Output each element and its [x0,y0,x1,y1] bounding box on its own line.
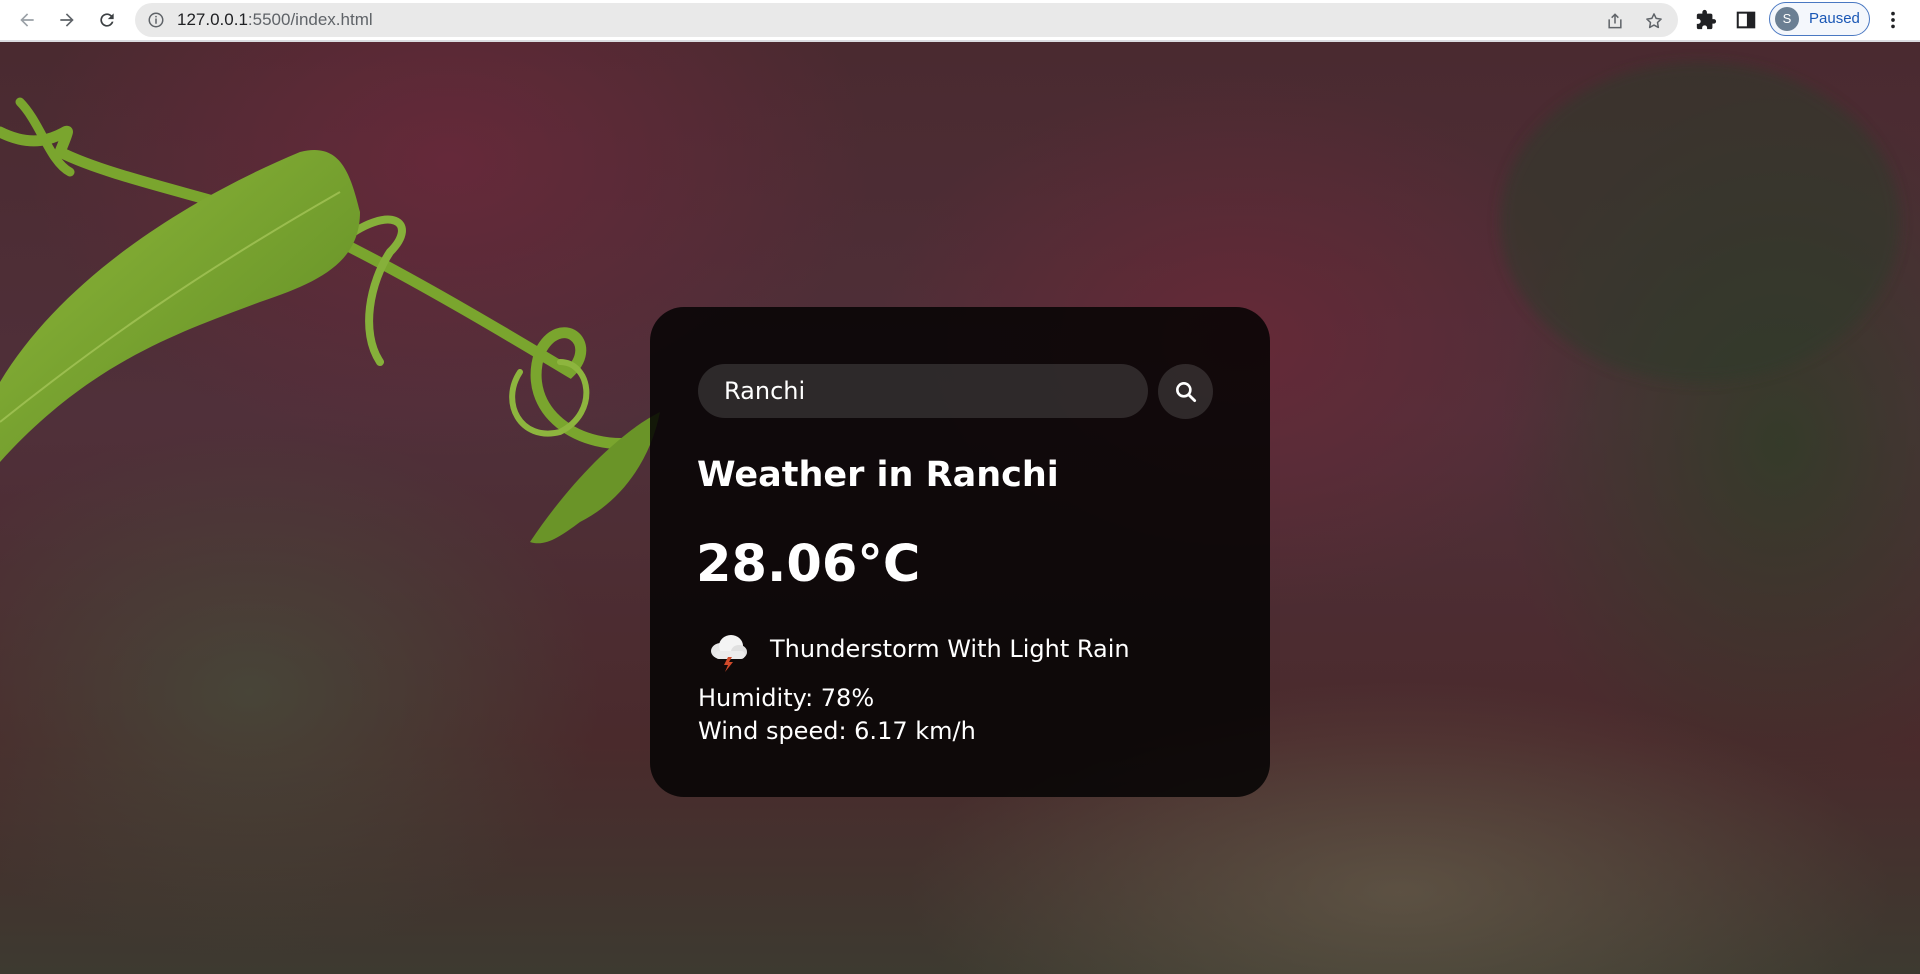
kebab-menu-icon[interactable] [1882,9,1904,31]
forward-arrow-icon [60,13,74,27]
address-bar[interactable]: 127.0.0.1:5500/index.html [135,3,1678,37]
site-info-icon[interactable] [147,11,165,29]
extensions-puzzle-icon[interactable] [1695,9,1717,31]
bookmark-star-icon[interactable] [1644,11,1664,31]
page-background: Weather in Ranchi 28.06°C Thunderstorm W… [0,42,1920,974]
weather-card: Weather in Ranchi 28.06°C Thunderstorm W… [650,307,1270,797]
search-button[interactable] [1158,364,1213,419]
search-icon [1175,381,1196,402]
share-icon[interactable] [1605,11,1625,31]
weather-description: Thunderstorm With Light Rain [770,635,1130,663]
profile-status: Paused [1809,10,1860,27]
back-button[interactable] [13,6,41,34]
profile-button[interactable]: S Paused [1769,2,1870,36]
thunderstorm-cloud-icon [711,635,747,672]
side-panel-icon[interactable] [1735,9,1757,31]
city-search-input[interactable] [698,364,1148,418]
back-arrow-icon [20,13,34,27]
weather-title: Weather in Ranchi [697,455,1059,495]
reload-icon [100,13,114,27]
browser-toolbar: 127.0.0.1:5500/index.html S Paused [0,0,1920,42]
avatar: S [1775,7,1799,31]
wind-speed-text: Wind speed: 6.17 km/h [698,717,976,745]
humidity-text: Humidity: 78% [698,684,875,712]
url-text[interactable]: 127.0.0.1:5500/index.html [177,3,373,37]
forward-button[interactable] [53,6,81,34]
url-path: :5500/index.html [247,10,373,29]
temperature-value: 28.06°C [696,535,921,594]
url-host: 127.0.0.1 [177,10,248,29]
reload-button[interactable] [93,6,121,34]
